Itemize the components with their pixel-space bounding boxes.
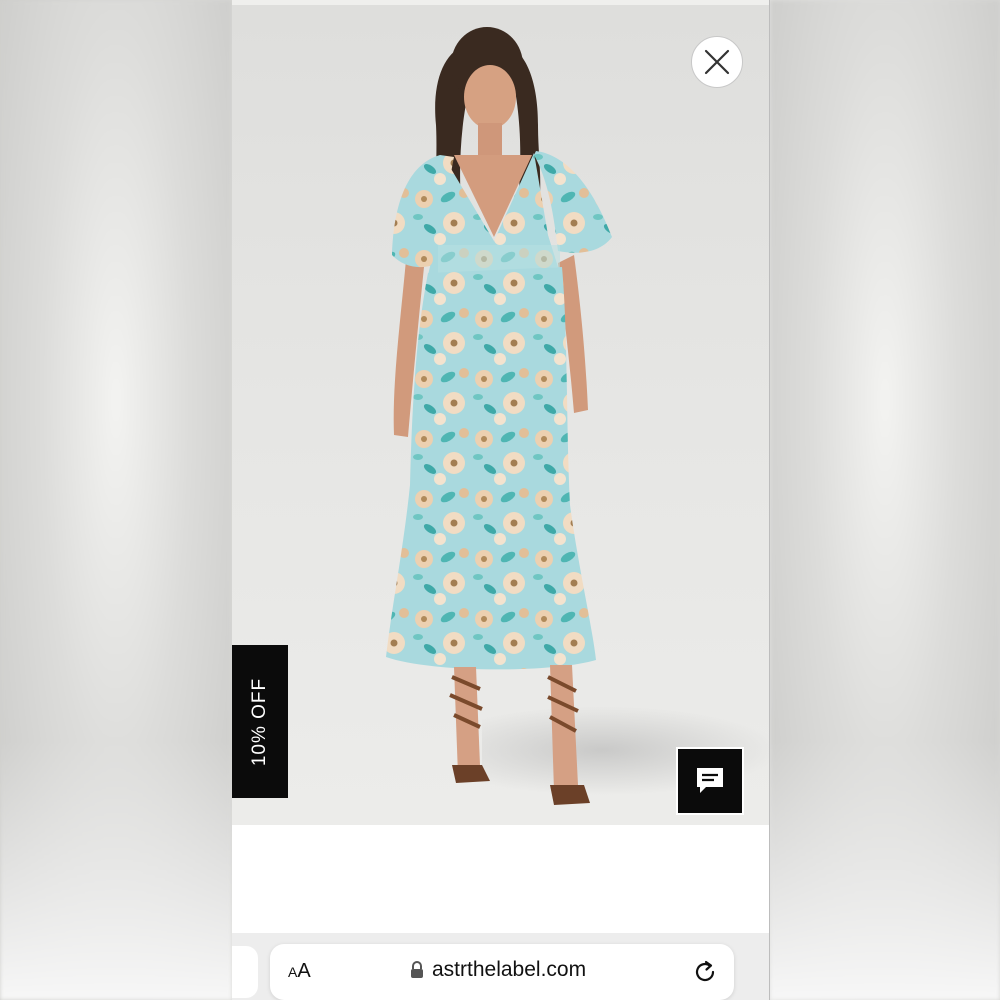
previous-tab-edge[interactable]	[232, 946, 258, 998]
address-bar[interactable]: AA astrthelabel.com	[270, 944, 734, 1000]
product-image[interactable]: 10% OFF	[232, 5, 769, 825]
chat-icon	[697, 768, 723, 793]
url-display[interactable]: astrthelabel.com	[410, 958, 586, 982]
page-content-area	[232, 825, 769, 933]
close-button[interactable]	[691, 36, 743, 88]
blurred-backdrop-left	[0, 0, 232, 1000]
chat-button[interactable]	[676, 747, 744, 815]
model-in-floral-dress	[386, 27, 612, 805]
lock-icon	[411, 961, 423, 978]
text-size-button[interactable]: AA	[288, 960, 311, 983]
phone-screen: 10% OFF AA astrthelabel.com	[232, 0, 770, 1000]
blurred-backdrop-right	[770, 0, 1000, 1000]
url-text: astrthelabel.com	[432, 958, 587, 981]
discount-label: 10% OFF	[249, 677, 270, 766]
discount-tab[interactable]: 10% OFF	[232, 645, 288, 798]
reload-icon[interactable]	[692, 959, 718, 985]
close-icon	[704, 49, 730, 75]
